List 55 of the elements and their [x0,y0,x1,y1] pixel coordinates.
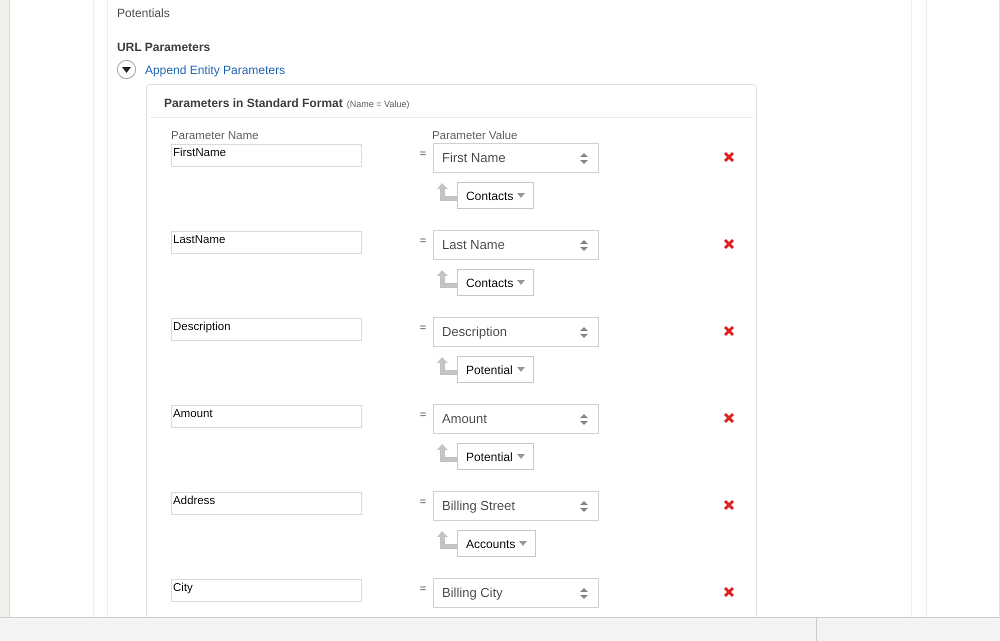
caret-icon [517,193,526,198]
toggle-button[interactable] [117,60,136,79]
caret-icon [517,280,526,285]
delete-icon[interactable] [723,151,735,163]
card-title: Parameters in Standard Format [164,95,343,112]
entity-dropdown[interactable]: Contacts [457,269,534,296]
equals-sign: = [418,147,428,162]
caret-icon [519,541,528,546]
equals-sign: = [418,495,428,510]
text-field[interactable]: City [171,579,362,602]
select-value: First Name [442,149,506,168]
select-value: Amount [442,410,487,428]
text-field[interactable]: FirstName [171,144,362,167]
select-field[interactable]: Amount [433,404,599,434]
select-value: Billing City [442,584,503,602]
section-heading: URL Parameters [117,40,212,54]
select-field[interactable]: First Name [433,143,599,173]
triangle-down-icon [122,66,131,72]
caret-icon [516,454,525,459]
select-field[interactable]: Billing Street [433,491,599,521]
delete-icon[interactable] [723,412,735,424]
delete-icon[interactable] [723,325,735,337]
updown-icon [580,152,588,164]
select-value: Description [442,323,508,342]
equals-sign: = [418,234,428,249]
select-value: Last Name [442,236,505,254]
delete-icon[interactable] [723,238,735,250]
delete-icon[interactable] [723,499,735,511]
select-field[interactable]: Billing City [433,578,599,608]
caret-icon [516,367,525,372]
text-field[interactable]: Address [171,492,362,515]
column-header: Parameter Name [171,129,260,143]
updown-icon [580,414,588,424]
entity-dropdown[interactable]: Accounts [457,530,536,557]
equals-sign: = [418,321,428,336]
select-value: Billing Street [442,497,515,516]
entity-dropdown[interactable]: Contacts [457,182,534,209]
updown-icon [580,240,588,250]
equals-sign: = [418,408,428,423]
select-field[interactable]: Description [433,317,599,347]
entity-dropdown[interactable]: Potential [457,443,534,470]
field-value: Potentials [117,6,171,20]
append-link[interactable]: Append Entity Parameters [145,60,286,78]
equals-sign: = [418,582,428,597]
card-subtitle: (Name = Value) [346,98,410,111]
text-field[interactable]: Amount [171,405,362,428]
entity-dropdown[interactable]: Potential [457,356,534,383]
updown-icon [580,500,588,512]
column-header: Parameter Value [432,129,518,143]
text-field[interactable]: Description [171,318,362,341]
delete-icon[interactable] [723,586,735,598]
updown-icon [580,326,588,338]
text-field[interactable]: LastName [171,231,362,254]
updown-icon [580,588,588,598]
select-field[interactable]: Last Name [433,230,599,260]
